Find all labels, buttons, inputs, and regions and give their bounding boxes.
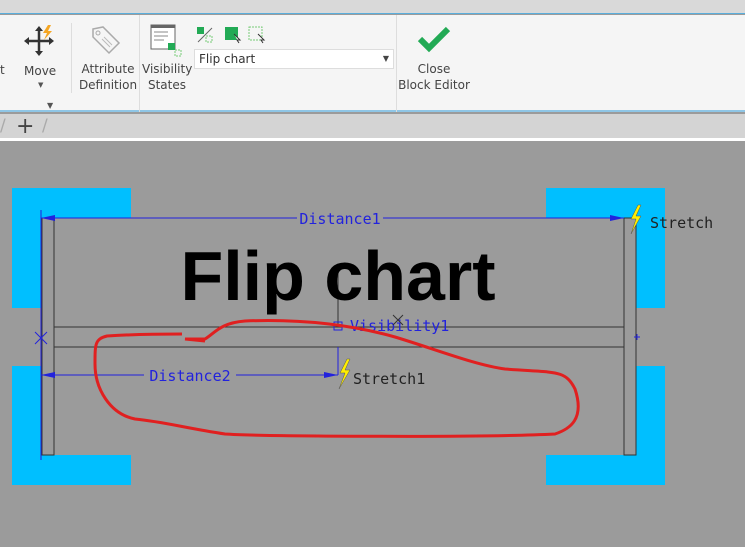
distance1-label[interactable]: Distance1 <box>299 210 380 228</box>
tab-separator: / <box>0 116 6 136</box>
panel-expand-icon[interactable]: ▼ <box>47 101 53 110</box>
attribute-definition-button[interactable]: Attribute Definition <box>78 23 138 98</box>
visibility-state-select[interactable]: Flip chart ▼ <box>194 49 394 69</box>
visibility-states-icon <box>150 24 182 57</box>
tag-icon <box>92 26 121 55</box>
visibility-state-value: Flip chart <box>199 52 256 66</box>
move-icon <box>24 25 54 56</box>
visibility-states-label: Visibility States <box>142 62 193 92</box>
file-tab-bar: / + / <box>0 114 745 141</box>
checkmark-icon <box>417 26 451 53</box>
stretch-label[interactable]: Stretch <box>650 214 713 232</box>
distance2-label[interactable]: Distance2 <box>149 367 230 385</box>
attribute-definition-label: Attribute Definition <box>78 62 138 92</box>
visibility-mode-icon[interactable] <box>224 26 242 44</box>
close-block-editor-label: Close Block Editor <box>398 62 470 92</box>
visibility1-label[interactable]: Visibility1 <box>350 317 449 335</box>
move-button[interactable]: Move ▼ <box>22 23 62 98</box>
make-invisible-icon[interactable] <box>248 26 266 44</box>
move-dropdown-icon[interactable]: ▼ <box>38 81 43 89</box>
new-tab-button[interactable]: + <box>16 114 34 139</box>
partial-button-label[interactable]: t <box>0 62 5 78</box>
tab-separator: / <box>42 116 48 136</box>
drawing-canvas[interactable]: Flip chart Distance1 Distance2 Visibilit… <box>0 144 745 547</box>
title-text[interactable]: Flip chart <box>180 237 495 315</box>
chevron-down-icon: ▼ <box>382 54 389 63</box>
make-visible-icon[interactable] <box>196 26 214 44</box>
visibility-states-button[interactable]: Visibility States <box>142 23 192 98</box>
close-block-editor-button[interactable]: Close Block Editor <box>398 23 470 98</box>
move-label: Move <box>24 64 57 78</box>
ribbon: t Move ▼ ▼ Attribute Definition Visibili… <box>0 15 745 112</box>
stretch1-label[interactable]: Stretch1 <box>353 370 425 388</box>
title-bar <box>0 0 745 14</box>
